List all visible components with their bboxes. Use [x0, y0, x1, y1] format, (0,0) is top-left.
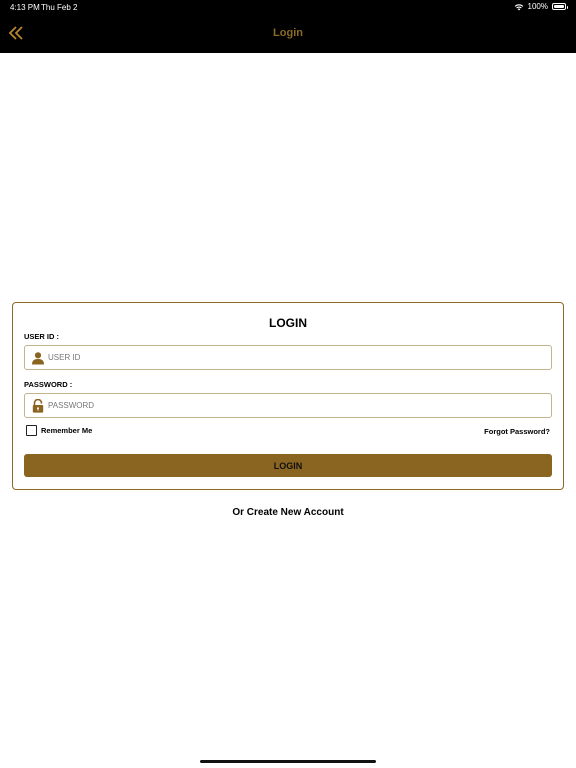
user-icon — [32, 351, 44, 364]
user-id-input[interactable] — [48, 353, 528, 362]
login-heading: LOGIN — [269, 316, 307, 330]
top-bar: 4:13 PM Thu Feb 2 100% Login — [0, 0, 576, 53]
status-indicators: 100% — [514, 2, 568, 11]
status-time: 4:13 PM — [10, 3, 40, 12]
lock-icon — [32, 398, 44, 413]
user-id-label: USER ID : — [24, 332, 60, 341]
create-account-link[interactable]: Or Create New Account — [0, 507, 576, 518]
home-indicator — [200, 760, 376, 763]
password-input[interactable] — [48, 401, 528, 410]
remember-me-label: Remember Me — [41, 426, 93, 435]
battery-icon — [552, 3, 568, 10]
login-button[interactable]: LOGIN — [24, 454, 552, 477]
password-field[interactable] — [24, 393, 552, 418]
password-label: PASSWORD : — [24, 380, 73, 389]
battery-percent: 100% — [527, 2, 548, 11]
page-title: Login — [273, 27, 303, 39]
user-id-field[interactable] — [24, 345, 552, 370]
status-date: Thu Feb 2 — [41, 3, 78, 12]
login-card: LOGIN USER ID : PASSWORD : Remember Me F… — [12, 302, 564, 490]
remember-me-checkbox[interactable] — [26, 425, 37, 436]
forgot-password-link[interactable]: Forgot Password? — [484, 427, 550, 436]
wifi-icon — [514, 3, 523, 10]
remember-me-toggle[interactable]: Remember Me — [26, 425, 92, 436]
